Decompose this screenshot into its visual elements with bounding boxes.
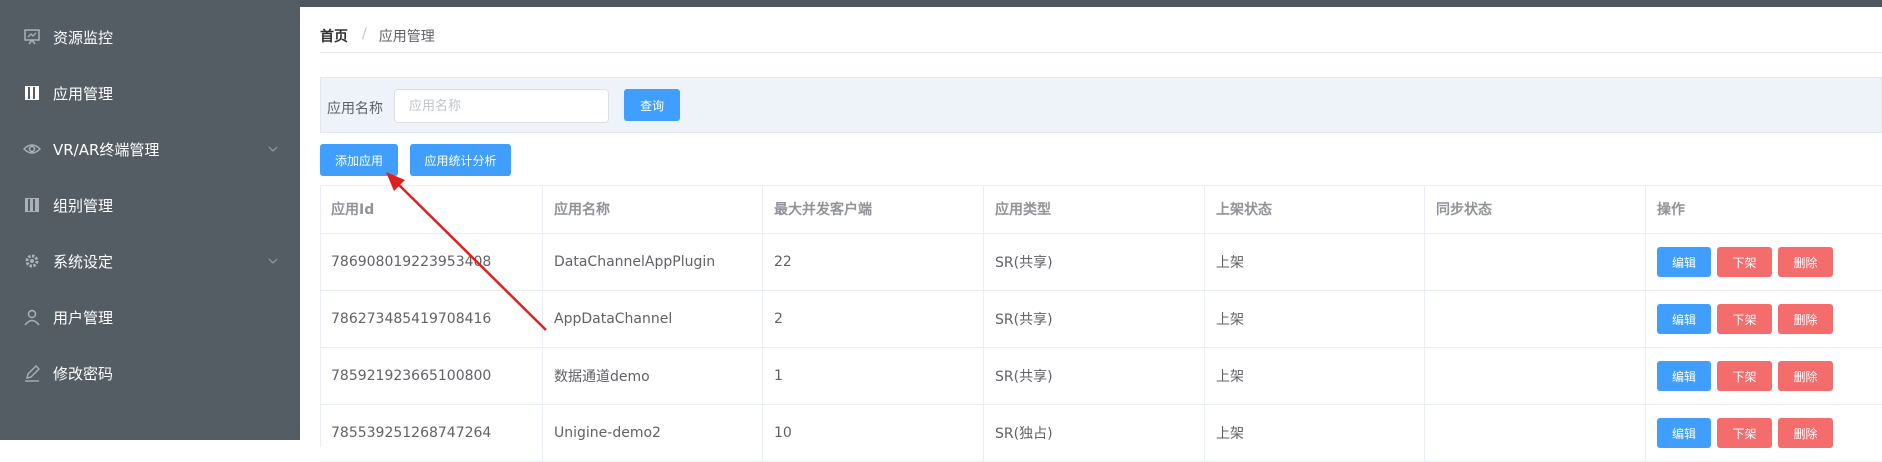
eye-icon [23,140,41,158]
user-icon [23,308,41,326]
cell-max-clients: 10 [763,405,984,461]
off-shelf-button[interactable]: 下架 [1717,361,1772,391]
sidebar-item-app-management[interactable]: 应用管理 [0,65,300,121]
cell-shelf-status: 上架 [1205,348,1425,404]
breadcrumb-current: 应用管理 [378,29,435,45]
sidebar-item-user-management[interactable]: 用户管理 [0,289,300,345]
gear-icon [23,252,41,270]
cell-app-type: SR(共享) [984,234,1205,290]
sidebar-item-label: 修改密码 [53,364,114,383]
off-shelf-button[interactable]: 下架 [1717,304,1772,334]
edit-button[interactable]: 编辑 [1657,247,1711,277]
chevron-down-icon [266,142,280,156]
cell-sync-status [1425,405,1646,461]
cell-max-clients: 1 [763,348,984,404]
sidebar-item-label: 系统设定 [53,252,114,271]
table-row: 786273485419708416 AppDataChannel 2 SR(共… [320,291,1882,348]
column-header: 应用名称 [543,185,763,233]
cell-shelf-status: 上架 [1205,234,1425,290]
delete-button[interactable]: 删除 [1778,361,1833,391]
table-row: 785921923665100800 数据通道demo 1 SR(共享) 上架 … [320,348,1882,405]
edit-button[interactable]: 编辑 [1657,361,1711,391]
cell-actions: 编辑 下架 删除 [1646,234,1882,290]
table-row: 785539251268747264 Unigine-demo2 10 SR(独… [320,405,1882,462]
sidebar-item-system-settings[interactable]: 系统设定 [0,233,300,289]
cell-actions: 编辑 下架 删除 [1646,348,1882,404]
breadcrumb-home[interactable]: 首页 [320,26,348,46]
edit-button[interactable]: 编辑 [1657,304,1711,334]
cell-sync-status [1425,234,1646,290]
sidebar-item-label: 用户管理 [53,308,114,327]
divider [320,52,1882,53]
book-icon [23,84,41,102]
add-app-button[interactable]: 添加应用 [320,144,398,176]
column-header: 上架状态 [1205,185,1425,233]
column-header: 应用Id [320,185,543,233]
sidebar-item-label: 组别管理 [53,196,114,215]
cell-max-clients: 22 [763,234,984,290]
delete-button[interactable]: 删除 [1778,418,1833,448]
cell-app-type: SR(独占) [984,405,1205,461]
sidebar-item-change-password[interactable]: 修改密码 [0,345,300,401]
app-stats-button[interactable]: 应用统计分析 [410,144,511,176]
sidebar-item-label: 资源监控 [53,28,114,47]
delete-button[interactable]: 删除 [1778,247,1833,277]
sidebar: 资源监控 应用管理 VR/AR终端管理 组别管理 系统设定 用户管理 修改密码 [0,0,300,440]
sidebar-item-vrar-terminal[interactable]: VR/AR终端管理 [0,121,300,177]
cell-sync-status [1425,348,1646,404]
cell-max-clients: 2 [763,291,984,347]
cell-actions: 编辑 下架 删除 [1646,405,1882,461]
search-label: 应用名称 [327,101,383,117]
monitor-icon [23,28,41,46]
column-header: 同步状态 [1425,185,1646,233]
column-header: 应用类型 [984,185,1205,233]
sidebar-item-label: VR/AR终端管理 [53,140,160,159]
cell-actions: 编辑 下架 删除 [1646,291,1882,347]
cell-app-name: Unigine-demo2 [543,405,763,461]
sidebar-item-label: 应用管理 [53,84,114,103]
table-row: 786908019223953408 DataChannelAppPlugin … [320,234,1882,291]
cell-app-type: SR(共享) [984,291,1205,347]
chevron-down-icon [266,254,280,268]
cell-app-name: 数据通道demo [543,348,763,404]
cell-app-name: AppDataChannel [543,291,763,347]
table-header: 应用Id 应用名称 最大并发客户端 应用类型 上架状态 同步状态 操作 [320,185,1882,234]
delete-button[interactable]: 删除 [1778,304,1833,334]
search-panel: 应用名称 查询 [320,77,1882,133]
sidebar-item-group-management[interactable]: 组别管理 [0,177,300,233]
cell-app-id: 785539251268747264 [320,405,543,461]
app-name-search-input[interactable] [394,89,609,123]
edit-button[interactable]: 编辑 [1657,418,1711,448]
query-button[interactable]: 查询 [624,89,680,121]
cell-app-id: 785921923665100800 [320,348,543,404]
breadcrumb: 首页 / 应用管理 [320,26,435,46]
cell-app-type: SR(共享) [984,348,1205,404]
main-content: 首页 / 应用管理 应用名称 查询 添加应用 应用统计分析 应用Id 应用名称 … [300,7,1882,462]
edit-icon [23,364,41,382]
cell-app-id: 786908019223953408 [320,234,543,290]
cell-shelf-status: 上架 [1205,291,1425,347]
cell-shelf-status: 上架 [1205,405,1425,461]
off-shelf-button[interactable]: 下架 [1717,247,1772,277]
cell-sync-status [1425,291,1646,347]
column-header: 最大并发客户端 [763,185,984,233]
cell-app-id: 786273485419708416 [320,291,543,347]
group-icon [23,196,41,214]
sidebar-item-resource-monitor[interactable]: 资源监控 [0,9,300,65]
off-shelf-button[interactable]: 下架 [1717,418,1772,448]
breadcrumb-separator: / [362,26,367,42]
cell-app-name: DataChannelAppPlugin [543,234,763,290]
column-header: 操作 [1657,202,1685,218]
